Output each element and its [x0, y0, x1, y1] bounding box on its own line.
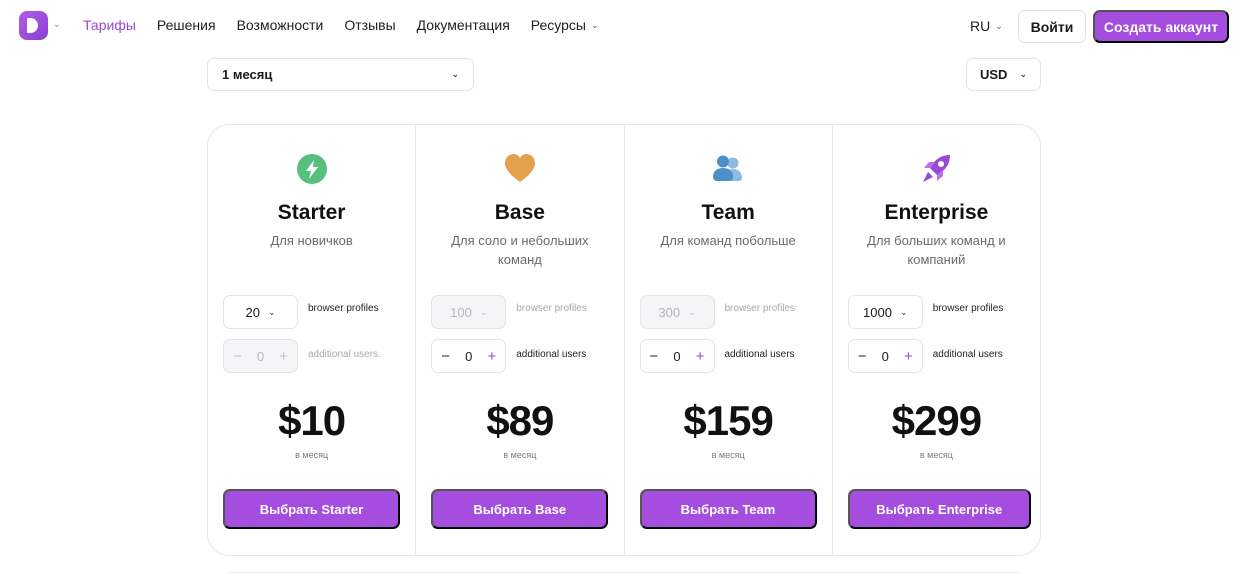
users-value: 0 — [673, 348, 681, 364]
profiles-label: browser profiles — [308, 303, 379, 314]
chevron-down-icon: ⌄ — [1019, 69, 1027, 79]
plan-price: $10 — [278, 397, 346, 444]
profiles-value: 1000 — [863, 304, 892, 320]
chevron-down-icon: ⌄ — [995, 20, 1003, 31]
divider — [227, 572, 1021, 573]
profiles-select: 300 ⌄ — [639, 295, 715, 329]
plan-name: Team — [701, 201, 755, 224]
plan-description: Для больших команд и компаний — [867, 233, 1006, 267]
price-period: в месяц — [919, 450, 953, 460]
users-label: additional users. — [308, 349, 381, 360]
language-switcher[interactable]: RU ⌄ — [970, 18, 1003, 34]
nav-item-docs[interactable]: Документация — [417, 17, 510, 33]
users-value: 0 — [256, 348, 265, 364]
nav-item-label: Документация — [416, 17, 510, 33]
chevron-down-icon[interactable]: ⌄ — [53, 19, 61, 30]
nav-item-solutions[interactable]: Решения — [157, 17, 216, 33]
chevron-down-icon: ⌄ — [688, 306, 696, 317]
plan-name: Starter — [277, 201, 346, 224]
profiles-value: 20 — [245, 304, 260, 320]
plan-name: Enterprise — [884, 201, 989, 224]
plan-description: Для соло и небольших команд — [451, 233, 589, 267]
plan-card-enterprise: Enterprise Для больших команд и компаний… — [833, 125, 1040, 555]
users-label: additional users — [932, 349, 1003, 360]
profiles-value: 100 — [450, 304, 472, 320]
profiles-select: 100 ⌄ — [431, 295, 507, 329]
plan-name: Base — [494, 201, 545, 224]
profiles-label: browser profiles — [724, 303, 796, 314]
nav-item-label: Ресурсы — [530, 17, 586, 33]
plan-description: Для команд побольше — [660, 233, 796, 248]
main-nav: Тарифы Решения Возможности Отзывы Докуме… — [83, 17, 620, 33]
profiles-label: browser profiles — [516, 303, 587, 314]
rocket-icon — [923, 155, 951, 182]
minus-icon[interactable]: − — [858, 349, 867, 364]
choose-team-button[interactable]: Выбрать Team — [639, 489, 817, 529]
chevron-down-icon: ⌄ — [899, 306, 908, 317]
users-stepper: − 0 + — [847, 339, 923, 373]
chevron-down-icon: ⌄ — [267, 306, 276, 317]
pricing-plans: Starter Для новичков 20 ⌄ browser profil… — [207, 124, 1041, 556]
site-header: ⌄ Тарифы Решения Возможности Отзывы Доку… — [0, 0, 1248, 54]
nav-item-features[interactable]: Возможности — [237, 17, 324, 33]
currency-value: USD — [980, 67, 1008, 82]
plus-icon[interactable]: + — [696, 349, 705, 364]
lightning-icon — [296, 154, 327, 184]
choose-base-button[interactable]: Выбрать Base — [431, 489, 609, 529]
plan-price: $159 — [683, 397, 773, 444]
nav-item-label: Возможности — [236, 17, 324, 33]
minus-icon[interactable]: − — [650, 349, 659, 364]
plan-description: Для новичков — [270, 233, 353, 248]
choose-enterprise-button[interactable]: Выбрать Enterprise — [847, 489, 1031, 529]
minus-icon: − — [233, 347, 242, 365]
profiles-label: browser profiles — [932, 303, 1004, 314]
minus-icon[interactable]: − — [441, 349, 450, 364]
users-value: 0 — [881, 348, 889, 364]
plus-icon: + — [279, 347, 288, 365]
plan-card-starter: Starter Для новичков 20 ⌄ browser profil… — [208, 125, 417, 555]
nav-item-tariffs[interactable]: Тарифы — [83, 17, 136, 33]
users-label: additional users — [516, 349, 587, 360]
profiles-select[interactable]: 20 ⌄ — [223, 295, 298, 329]
users-icon — [713, 155, 743, 181]
plus-icon[interactable]: + — [487, 349, 496, 364]
period-select[interactable]: 1 месяц ⌄ — [207, 58, 474, 91]
heart-icon — [504, 154, 535, 182]
chevron-down-icon: ⌄ — [479, 306, 488, 317]
language-label: RU — [970, 18, 991, 34]
period-value: 1 месяц — [222, 67, 273, 82]
nav-item-label: Решения — [156, 17, 216, 33]
plan-card-base: Base Для соло и небольших команд 100 ⌄ b… — [416, 125, 625, 555]
price-period: в месяц — [503, 450, 537, 460]
users-stepper: − 0 + — [223, 339, 298, 373]
choose-starter-button[interactable]: Выбрать Starter — [223, 489, 400, 529]
users-stepper: − 0 + — [639, 339, 715, 373]
nav-item-reviews[interactable]: Отзывы — [344, 17, 395, 33]
nav-item-label: Тарифы — [83, 17, 136, 33]
profiles-value: 300 — [658, 304, 681, 320]
nav-item-resources[interactable]: Ресурсы ⌄ — [531, 17, 599, 33]
login-button[interactable]: Войти — [1018, 10, 1086, 43]
plan-price: $89 — [486, 397, 554, 444]
chevron-down-icon: ⌄ — [591, 19, 599, 30]
currency-select[interactable]: USD ⌄ — [966, 58, 1041, 91]
logo-d-icon[interactable] — [19, 11, 48, 40]
plus-icon[interactable]: + — [904, 349, 913, 364]
plan-price: $299 — [891, 397, 982, 444]
users-stepper: − 0 + — [431, 339, 507, 373]
profiles-select[interactable]: 1000 ⌄ — [847, 295, 923, 329]
price-period: в месяц — [711, 450, 745, 460]
plan-card-team: Team Для команд побольше 300 ⌄ browser p… — [625, 125, 833, 555]
chevron-down-icon: ⌄ — [451, 69, 459, 79]
users-value: 0 — [465, 348, 473, 364]
nav-item-label: Отзывы — [344, 17, 396, 33]
price-period: в месяц — [295, 450, 329, 460]
signup-button[interactable]: Создать аккаунт — [1093, 10, 1229, 43]
users-label: additional users — [724, 349, 795, 360]
